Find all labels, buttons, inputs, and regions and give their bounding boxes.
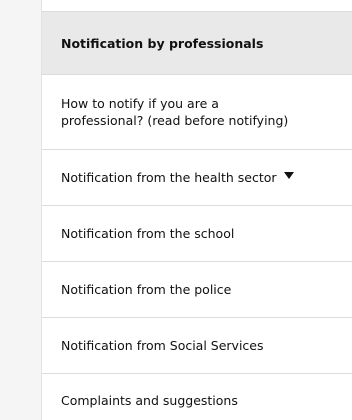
side-menu: Notification by professionals How to not… bbox=[41, 0, 352, 420]
menu-item-label: Notification from the health sector bbox=[61, 170, 277, 185]
menu-item-label: Notification from the police bbox=[61, 282, 232, 297]
menu-item-social-services[interactable]: Notification from Social Services bbox=[42, 318, 352, 374]
caret-down-icon[interactable] bbox=[283, 172, 294, 179]
menu-item-label: Complaints and suggestions bbox=[61, 392, 238, 408]
menu-item-label: Notification from the school bbox=[61, 226, 235, 241]
menu-item-label: Notification from Social Services bbox=[61, 338, 264, 353]
menu-item-label: Notification by professionals bbox=[61, 35, 264, 51]
menu-top-divider bbox=[42, 0, 352, 12]
left-gutter bbox=[0, 0, 41, 420]
menu-item-how-to-notify[interactable]: How to notify if you are a professional?… bbox=[42, 75, 352, 150]
menu-item-police[interactable]: Notification from the police bbox=[42, 262, 352, 318]
menu-item-complaints-suggestions[interactable]: Complaints and suggestions bbox=[42, 374, 352, 420]
page: Notification by professionals How to not… bbox=[0, 0, 352, 420]
menu-item-notification-by-professionals[interactable]: Notification by professionals bbox=[42, 12, 352, 75]
menu-item-label-line-2: professional? (read before notifying) bbox=[61, 113, 289, 128]
menu-item-school[interactable]: Notification from the school bbox=[42, 206, 352, 262]
menu-item-health-sector[interactable]: Notification from the health sector bbox=[42, 150, 352, 206]
menu-item-label-line-1: How to notify if you are a bbox=[61, 96, 219, 111]
menu-item-label: How to notify if you are a professional?… bbox=[61, 95, 288, 129]
